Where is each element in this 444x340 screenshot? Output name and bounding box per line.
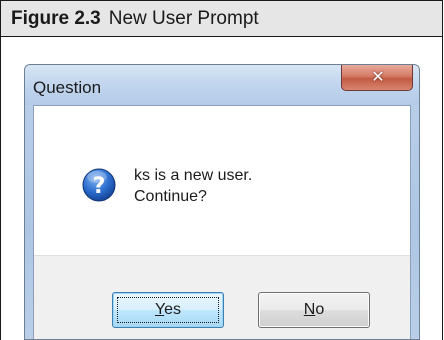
figure-caption-text: Figure 2.3 New User Prompt [11,8,259,30]
message-line-1: ks is a new user. [134,167,253,184]
question-icon: ? [82,168,116,202]
close-icon: ✕ [371,67,385,86]
no-mnemonic: N [303,301,316,318]
close-button[interactable]: ✕ [341,65,413,91]
message-line-2: Continue? [134,188,207,205]
dialog-titlebar[interactable]: Question ✕ [25,65,419,105]
dialog-title: Question [33,78,102,97]
no-label-rest: o [315,301,325,318]
figure-caption: Figure 2.3 New User Prompt [0,0,443,37]
figure-number: Figure 2.3 [11,8,101,29]
message-text: ks is a new user. Continue? [134,165,252,207]
figure-title: New User Prompt [108,8,259,29]
figure-frame-left [0,36,1,340]
svg-text:?: ? [93,174,106,199]
figure-frame-right [442,36,443,340]
yes-button[interactable]: Yes [112,292,224,328]
yes-label-rest: es [164,301,182,318]
no-button[interactable]: No [258,292,370,328]
message-area: ? ks is a new user. Continue? [34,106,410,255]
question-dialog: Question ✕ ? ks is a new user. Continue?… [24,64,420,340]
button-area: Yes No [34,255,410,339]
yes-mnemonic: Y [154,301,165,318]
dialog-body: ? ks is a new user. Continue? Yes No [33,105,411,339]
